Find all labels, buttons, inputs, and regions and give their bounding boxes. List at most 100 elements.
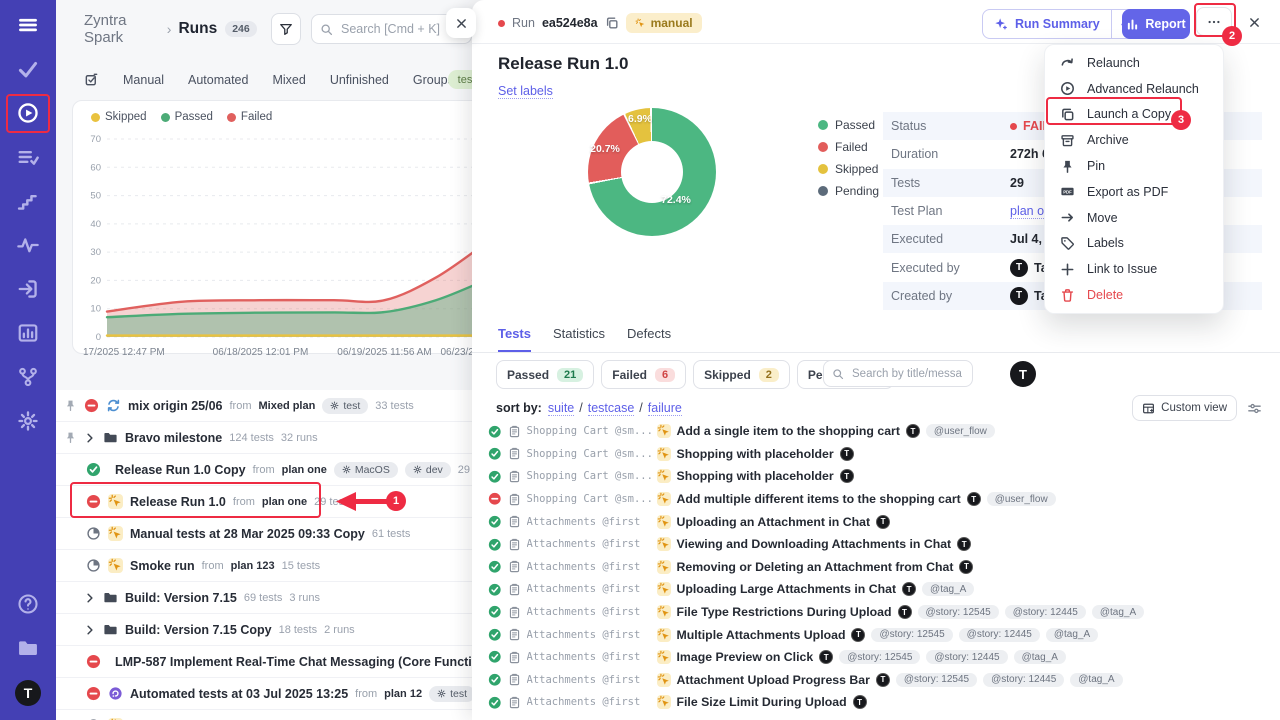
- test-row[interactable]: Attachments @firstRemoving or Deleting a…: [488, 556, 1272, 579]
- test-row[interactable]: Attachments @firstAttachment Upload Prog…: [488, 669, 1272, 692]
- manual-spark-icon: [635, 18, 646, 29]
- set-labels-link[interactable]: Set labels: [498, 84, 553, 99]
- tab-mixed[interactable]: Mixed: [272, 73, 305, 87]
- runs-search-input[interactable]: [339, 21, 463, 37]
- sidebar-item-list-check[interactable]: [17, 146, 39, 168]
- test-row[interactable]: Shopping Cart @sm...Shopping with placeh…: [488, 465, 1272, 488]
- menu-item-link-to-issue[interactable]: Link to Issue: [1045, 256, 1223, 282]
- check-circle-icon: [488, 538, 502, 552]
- user-avatar[interactable]: T: [15, 680, 41, 706]
- run-row[interactable]: Manual tests at 28 Mar 2025 09:33 Copy61…: [56, 518, 472, 550]
- svg-text:20: 20: [90, 275, 101, 286]
- menu-item-export-as-pdf[interactable]: PDFExport as PDF: [1045, 179, 1223, 205]
- test-row[interactable]: Shopping Cart @sm...Shopping with placeh…: [488, 443, 1272, 466]
- copy-run-id-icon[interactable]: [605, 16, 619, 30]
- annotation-box-launch-a-copy: [1046, 97, 1182, 125]
- test-row[interactable]: Attachments @firstUploading an Attachmen…: [488, 510, 1272, 533]
- sidebar-item-pulse[interactable]: [17, 234, 39, 256]
- run-plan-link[interactable]: plan 12: [384, 688, 422, 700]
- env-chip: test: [322, 398, 368, 414]
- chevron-right-icon[interactable]: [84, 592, 96, 604]
- donut-legend-passed: Passed: [818, 118, 879, 132]
- test-plan-link[interactable]: plan o: [1010, 204, 1044, 219]
- sidebar-item-tasks-check[interactable]: [17, 58, 39, 80]
- run-tests-count: 124 tests: [229, 432, 274, 444]
- assignee-avatar: T: [906, 424, 920, 438]
- sort-by-testcase[interactable]: testcase: [588, 401, 635, 416]
- test-row[interactable]: Shopping Cart @sm...Add multiple differe…: [488, 488, 1272, 511]
- menu-item-labels[interactable]: Labels: [1045, 231, 1223, 257]
- test-suite: Shopping Cart @sm...: [527, 493, 651, 505]
- tab-tests[interactable]: Tests: [498, 326, 531, 352]
- sidebar-item-sign-in[interactable]: [17, 278, 39, 300]
- failed-dot-icon: [818, 142, 828, 152]
- tab-defects[interactable]: Defects: [627, 326, 671, 352]
- run-summary-button-group[interactable]: Run Summary: [982, 9, 1143, 39]
- sidebar-item-bar-chart[interactable]: [17, 322, 39, 344]
- assignee-filter-avatar[interactable]: T: [1010, 361, 1036, 387]
- run-row[interactable]: Automated tests at 03 Jul 2025 13:25from…: [56, 678, 472, 710]
- sidebar-item-gear[interactable]: [17, 410, 39, 432]
- tests-search[interactable]: [823, 360, 973, 387]
- multi-select-icon[interactable]: [84, 72, 99, 87]
- svg-text:50: 50: [90, 191, 101, 202]
- sort-by-suite[interactable]: suite: [548, 401, 574, 416]
- filter-button[interactable]: [271, 13, 301, 45]
- skipped-dot-icon: [818, 164, 828, 174]
- test-row[interactable]: Shopping Cart @sm...Add a single item to…: [488, 420, 1272, 443]
- run-plan-link[interactable]: Mixed plan: [258, 400, 315, 412]
- chevron-right-icon[interactable]: [84, 432, 96, 444]
- tab-automated[interactable]: Automated: [188, 73, 248, 87]
- menu-item-pin[interactable]: Pin: [1045, 153, 1223, 179]
- sidebar-item-help[interactable]: [17, 593, 39, 615]
- run-row[interactable]: Build: Version 7.1569 tests3 runs: [56, 582, 472, 614]
- manual-test-icon: [657, 582, 671, 596]
- run-row[interactable]: Bravo milestone124 tests32 runs: [56, 422, 472, 454]
- sidebar-item-folder-fill[interactable]: [17, 637, 39, 659]
- run-plan-link[interactable]: plan 123: [231, 560, 275, 572]
- test-row[interactable]: Attachments @firstFile Type Restrictions…: [488, 601, 1272, 624]
- test-row[interactable]: Attachments @firstUploading Large Attach…: [488, 578, 1272, 601]
- annotation-step-2: 2: [1222, 26, 1242, 46]
- run-row[interactable]: Build: Version 7.15 Copy18 tests2 runs: [56, 614, 472, 646]
- test-suite: Attachments @first: [527, 583, 651, 595]
- folder-fill-icon: [103, 430, 118, 445]
- tab-unfinished[interactable]: Unfinished: [330, 73, 389, 87]
- test-row[interactable]: Attachments @firstFile Size Limit During…: [488, 691, 1272, 714]
- annotation-step-3: 3: [1171, 110, 1191, 130]
- menu-item-move[interactable]: Move: [1045, 205, 1223, 231]
- sort-by-failure[interactable]: failure: [648, 401, 682, 416]
- clipboard-icon: [508, 493, 521, 506]
- run-row[interactable]: Smoke runfromplan 12315 tests: [56, 550, 472, 582]
- test-row[interactable]: Attachments @firstImage Preview on Click…: [488, 646, 1272, 669]
- annotation-step-1: 1: [386, 491, 406, 511]
- test-row[interactable]: Attachments @firstMultiple Attachments U…: [488, 623, 1272, 646]
- sidebar-item-branch[interactable]: [17, 366, 39, 388]
- report-button[interactable]: Report: [1122, 9, 1190, 39]
- menu-item-relaunch[interactable]: Relaunch: [1045, 50, 1223, 76]
- tab-statistics[interactable]: Statistics: [553, 326, 605, 352]
- custom-view-button[interactable]: Custom view: [1132, 395, 1237, 421]
- test-row[interactable]: Attachments @firstViewing and Downloadin…: [488, 533, 1272, 556]
- breadcrumb-project[interactable]: Zyntra Spark: [84, 12, 160, 46]
- clipboard-icon: [508, 628, 521, 641]
- run-plan-link[interactable]: plan one: [282, 464, 327, 476]
- sidebar-item-steps[interactable]: [17, 190, 39, 212]
- run-id-group: Run ea524e8a manual: [498, 13, 702, 33]
- tab-manual[interactable]: Manual: [123, 73, 164, 87]
- panel-close-button[interactable]: [446, 8, 476, 38]
- run-row[interactable]: LMP-587 Implement Real-Time Chat Messagi…: [56, 646, 472, 678]
- run-row[interactable]: mix origin 25/06fromMixed plantest33 tes…: [56, 390, 472, 422]
- filter-passed[interactable]: Passed21: [496, 360, 594, 389]
- tests-search-input[interactable]: [850, 367, 964, 381]
- menu-item-delete[interactable]: Delete: [1045, 282, 1223, 308]
- filter-failed[interactable]: Failed6: [601, 360, 686, 389]
- view-settings-icon[interactable]: [1247, 401, 1262, 416]
- run-row[interactable]: Manual tests at 28 Mar 2025 09:33 (Relau…: [56, 710, 472, 720]
- filter-skipped[interactable]: Skipped2: [693, 360, 790, 389]
- close-detail-button[interactable]: [1242, 10, 1266, 34]
- menu-item-archive[interactable]: Archive: [1045, 127, 1223, 153]
- close-icon: [455, 17, 468, 30]
- menu-icon[interactable]: [17, 14, 39, 36]
- chevron-right-icon[interactable]: [84, 624, 96, 636]
